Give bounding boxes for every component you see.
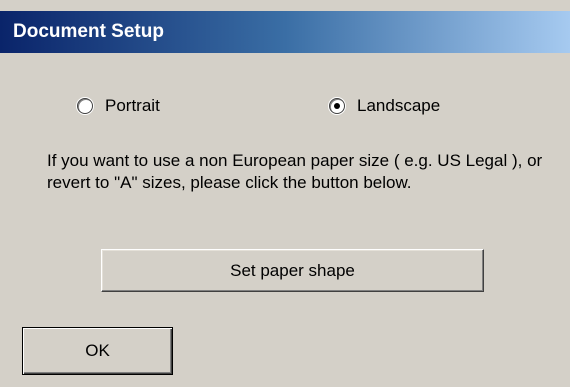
- orientation-radio-group: Portrait Landscape: [0, 96, 570, 126]
- landscape-radio-circle[interactable]: [329, 98, 345, 114]
- landscape-radio[interactable]: Landscape: [329, 96, 440, 116]
- ok-button[interactable]: OK: [22, 327, 173, 375]
- portrait-radio[interactable]: Portrait: [77, 96, 160, 116]
- set-paper-shape-button[interactable]: Set paper shape: [101, 249, 484, 292]
- radio-selected-dot: [334, 103, 340, 109]
- landscape-radio-label[interactable]: Landscape: [357, 96, 440, 116]
- document-setup-dialog: Document Setup Portrait Landscape If you…: [0, 0, 570, 387]
- portrait-radio-circle[interactable]: [77, 98, 93, 114]
- portrait-radio-label[interactable]: Portrait: [105, 96, 160, 116]
- paper-size-info-text: If you want to use a non European paper …: [47, 151, 543, 192]
- title-bar: Document Setup: [0, 11, 570, 53]
- dialog-title: Document Setup: [13, 21, 164, 42]
